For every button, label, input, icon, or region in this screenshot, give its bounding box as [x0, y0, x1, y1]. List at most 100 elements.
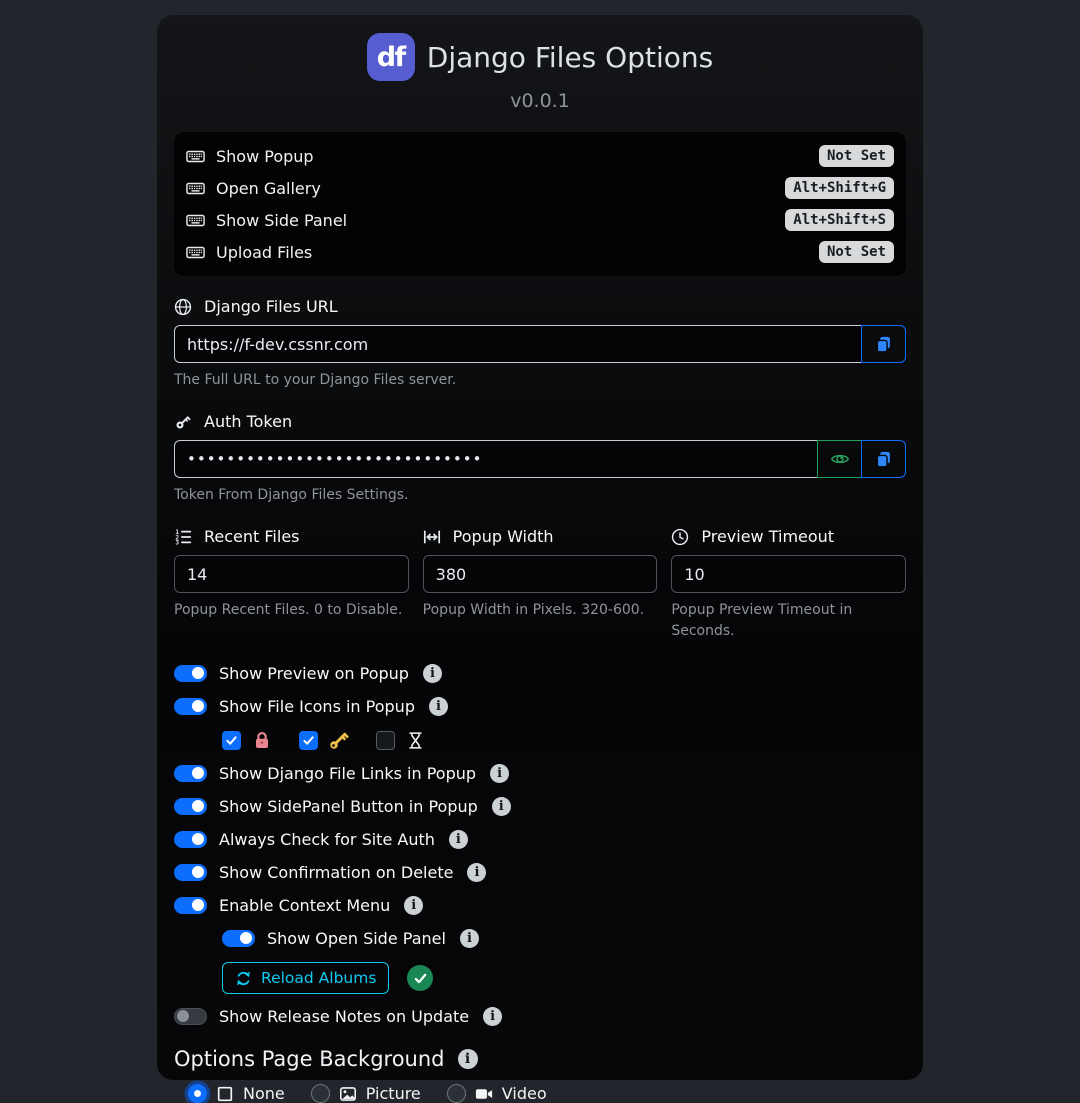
toggle-row-file-links: Show Django File Links in Popup i: [174, 762, 906, 784]
copy-url-button[interactable]: [861, 325, 906, 363]
copy-icon: [874, 450, 893, 469]
check-icon: [224, 733, 239, 748]
square-icon: [216, 1085, 234, 1103]
background-option-none: None: [188, 1084, 285, 1103]
check-icon: [301, 733, 316, 748]
background-radio-group: None Picture Video: [188, 1084, 906, 1103]
recent-files-input[interactable]: [174, 555, 409, 593]
release-notes-toggle[interactable]: [174, 1008, 207, 1025]
info-icon[interactable]: i: [483, 1007, 502, 1026]
url-input-group: [174, 325, 906, 363]
shortcut-row-show-side-panel: Show Side Panel Alt+Shift+S: [186, 204, 894, 236]
private-files-checkbox[interactable]: [222, 731, 241, 750]
info-icon[interactable]: i: [404, 896, 423, 915]
shortcut-row-show-popup: Show Popup Not Set: [186, 140, 894, 172]
header: df Django Files Options: [174, 33, 906, 81]
confirm-delete-toggle[interactable]: [174, 864, 207, 881]
info-icon[interactable]: i: [460, 929, 479, 948]
popup-width-field: Popup Width Popup Width in Pixels. 320-6…: [423, 527, 658, 642]
shortcut-key-badge: Alt+Shift+G: [785, 177, 894, 199]
file-links-toggle[interactable]: [174, 765, 207, 782]
preview-timeout-input[interactable]: [671, 555, 906, 593]
shortcut-label: Show Popup: [216, 147, 819, 166]
popup-width-input[interactable]: [423, 555, 658, 593]
info-icon[interactable]: i: [490, 764, 509, 783]
show-preview-toggle[interactable]: [174, 665, 207, 682]
site-auth-toggle[interactable]: [174, 831, 207, 848]
version-label: v0.0.1: [174, 90, 906, 112]
toggle-row-open-side-panel: Show Open Side Panel i: [222, 927, 906, 949]
key-icon: [329, 730, 349, 750]
check-icon: [412, 970, 429, 987]
page-title: Django Files Options: [427, 41, 713, 74]
options-card: df Django Files Options v0.0.1 Show Popu…: [157, 15, 923, 1080]
url-help-text: The Full URL to your Django Files server…: [174, 370, 906, 391]
background-section-heading: Options Page Background i: [174, 1047, 906, 1071]
toggle-row-confirm-delete: Show Confirmation on Delete i: [174, 861, 906, 883]
info-icon[interactable]: i: [449, 830, 468, 849]
video-icon: [475, 1085, 493, 1103]
background-option-picture: Picture: [311, 1084, 421, 1103]
token-help-text: Token From Django Files Settings.: [174, 485, 906, 506]
toggle-row-context-menu: Enable Context Menu i: [174, 894, 906, 916]
toggle-row-site-auth: Always Check for Site Auth i: [174, 828, 906, 850]
none-radio[interactable]: [188, 1084, 207, 1103]
file-icons-toggle[interactable]: [174, 698, 207, 715]
reload-success-icon: [407, 965, 433, 991]
shortcut-row-upload-files: Upload Files Not Set: [186, 236, 894, 268]
keyboard-icon: [186, 211, 205, 230]
toggle-row-sidepanel-button: Show SidePanel Button in Popup i: [174, 795, 906, 817]
globe-icon: [174, 298, 192, 316]
recent-files-field: Recent Files Popup Recent Files. 0 to Di…: [174, 527, 409, 642]
app-logo: df: [367, 33, 415, 81]
lock-icon: [252, 730, 272, 750]
keyboard-icon: [186, 147, 205, 166]
popup-width-help: Popup Width in Pixels. 320-600.: [423, 600, 658, 621]
toggle-row-show-preview: Show Preview on Popup i: [174, 662, 906, 684]
hourglass-icon: [406, 731, 425, 750]
picture-icon: [339, 1085, 357, 1103]
app-logo-text: df: [377, 42, 405, 73]
preview-timeout-field: Preview Timeout Popup Preview Timeout in…: [671, 527, 906, 642]
shortcut-key-badge: Not Set: [819, 241, 894, 263]
info-icon[interactable]: i: [423, 664, 442, 683]
shortcut-label: Show Side Panel: [216, 211, 785, 230]
number-fields: Recent Files Popup Recent Files. 0 to Di…: [174, 527, 906, 642]
preview-timeout-help: Popup Preview Timeout in Seconds.: [671, 600, 906, 642]
copy-icon: [874, 335, 893, 354]
keyboard-icon: [186, 243, 205, 262]
keyboard-shortcuts-table: Show Popup Not Set Open Gallery Alt+Shif…: [174, 132, 906, 276]
clock-icon: [671, 528, 689, 546]
file-icon-checkboxes: [222, 729, 906, 751]
shortcut-label: Upload Files: [216, 243, 819, 262]
shortcut-key-badge: Alt+Shift+S: [785, 209, 894, 231]
sidepanel-button-toggle[interactable]: [174, 798, 207, 815]
video-radio[interactable]: [447, 1084, 466, 1103]
token-input-group: [174, 440, 906, 478]
token-input[interactable]: [174, 440, 818, 478]
key-icon: [174, 413, 192, 431]
url-input[interactable]: [174, 325, 862, 363]
picture-radio[interactable]: [311, 1084, 330, 1103]
context-menu-toggle[interactable]: [174, 897, 207, 914]
info-icon[interactable]: i: [458, 1049, 478, 1069]
ordered-list-icon: [174, 528, 192, 546]
reload-albums-button[interactable]: Reload Albums: [222, 962, 389, 994]
info-icon[interactable]: i: [492, 797, 511, 816]
url-field-label: Django Files URL: [174, 297, 906, 316]
background-option-video: Video: [447, 1084, 547, 1103]
token-field-label: Auth Token: [174, 412, 906, 431]
eye-icon: [830, 449, 850, 469]
password-files-checkbox[interactable]: [299, 731, 318, 750]
reload-albums-row: Reload Albums: [222, 962, 906, 994]
info-icon[interactable]: i: [467, 863, 486, 882]
expire-files-checkbox[interactable]: [376, 731, 395, 750]
refresh-icon: [235, 970, 252, 987]
open-side-panel-toggle[interactable]: [222, 930, 255, 947]
shortcut-row-open-gallery: Open Gallery Alt+Shift+G: [186, 172, 894, 204]
toggle-row-file-icons: Show File Icons in Popup i: [174, 695, 906, 717]
show-token-button[interactable]: [817, 440, 862, 478]
copy-token-button[interactable]: [861, 440, 906, 478]
width-arrows-icon: [423, 528, 441, 546]
info-icon[interactable]: i: [429, 697, 448, 716]
